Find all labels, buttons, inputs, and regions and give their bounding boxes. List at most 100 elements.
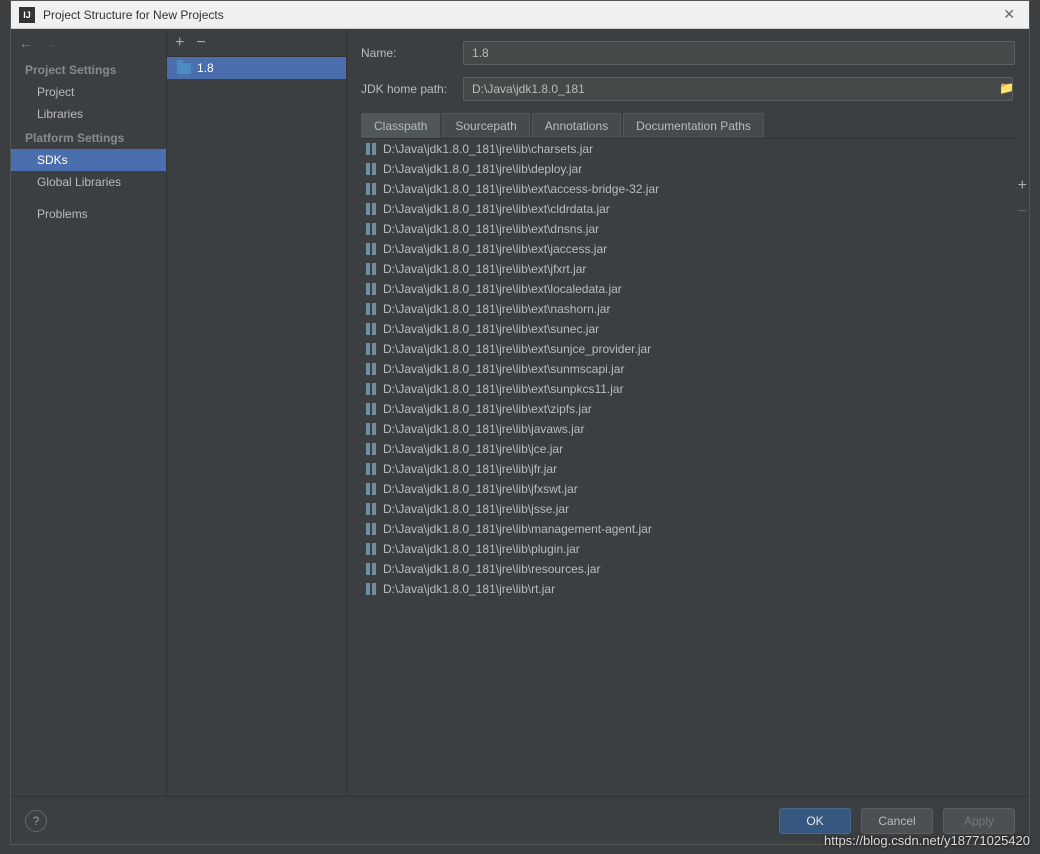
classpath-entry[interactable]: D:\Java\jdk1.8.0_181\jre\lib\ext\sunpkcs… bbox=[361, 379, 1015, 399]
jar-icon bbox=[365, 282, 377, 296]
classpath-entry-path: D:\Java\jdk1.8.0_181\jre\lib\ext\zipfs.j… bbox=[383, 400, 592, 418]
classpath-entry-path: D:\Java\jdk1.8.0_181\jre\lib\rt.jar bbox=[383, 580, 555, 598]
jar-icon bbox=[365, 422, 377, 436]
back-arrow-icon[interactable]: ← bbox=[19, 35, 33, 51]
help-button[interactable]: ? bbox=[25, 810, 47, 832]
classpath-entry[interactable]: D:\Java\jdk1.8.0_181\jre\lib\plugin.jar bbox=[361, 539, 1015, 559]
classpath-entry[interactable]: D:\Java\jdk1.8.0_181\jre\lib\javaws.jar bbox=[361, 419, 1015, 439]
jar-icon bbox=[365, 502, 377, 516]
close-icon[interactable]: ✕ bbox=[997, 6, 1021, 23]
jar-icon bbox=[365, 562, 377, 576]
jar-icon bbox=[365, 542, 377, 556]
jar-icon bbox=[365, 442, 377, 456]
classpath-entry[interactable]: D:\Java\jdk1.8.0_181\jre\lib\rt.jar bbox=[361, 579, 1015, 599]
nav-item-problems[interactable]: Problems bbox=[11, 203, 166, 225]
ok-button[interactable]: OK bbox=[779, 808, 851, 834]
classpath-list[interactable]: D:\Java\jdk1.8.0_181\jre\lib\charsets.ja… bbox=[361, 139, 1015, 796]
tab-sourcepath[interactable]: Sourcepath bbox=[442, 113, 529, 138]
classpath-entry[interactable]: D:\Java\jdk1.8.0_181\jre\lib\ext\sunmsca… bbox=[361, 359, 1015, 379]
remove-classpath-icon[interactable]: − bbox=[1018, 203, 1027, 221]
classpath-entry-path: D:\Java\jdk1.8.0_181\jre\lib\ext\sunmsca… bbox=[383, 360, 624, 378]
cancel-button[interactable]: Cancel bbox=[861, 808, 933, 834]
home-path-label: JDK home path: bbox=[361, 82, 453, 96]
section-platform-settings: Platform Settings bbox=[11, 125, 166, 149]
classpath-entry[interactable]: D:\Java\jdk1.8.0_181\jre\lib\ext\access-… bbox=[361, 179, 1015, 199]
classpath-entry[interactable]: D:\Java\jdk1.8.0_181\jre\lib\ext\cldrdat… bbox=[361, 199, 1015, 219]
jar-icon bbox=[365, 262, 377, 276]
project-structure-dialog: IJ Project Structure for New Projects ✕ … bbox=[10, 0, 1030, 845]
jar-icon bbox=[365, 382, 377, 396]
classpath-entry[interactable]: D:\Java\jdk1.8.0_181\jre\lib\jfr.jar bbox=[361, 459, 1015, 479]
classpath-entry-path: D:\Java\jdk1.8.0_181\jre\lib\javaws.jar bbox=[383, 420, 584, 438]
classpath-entry[interactable]: D:\Java\jdk1.8.0_181\jre\lib\charsets.ja… bbox=[361, 139, 1015, 159]
jar-icon bbox=[365, 482, 377, 496]
section-project-settings: Project Settings bbox=[11, 57, 166, 81]
jar-icon bbox=[365, 142, 377, 156]
sdk-list-panel: + − 1.8 bbox=[167, 29, 347, 796]
classpath-entry-path: D:\Java\jdk1.8.0_181\jre\lib\jce.jar bbox=[383, 440, 563, 458]
classpath-entry[interactable]: D:\Java\jdk1.8.0_181\jre\lib\jsse.jar bbox=[361, 499, 1015, 519]
classpath-entry-path: D:\Java\jdk1.8.0_181\jre\lib\ext\access-… bbox=[383, 180, 659, 198]
nav-item-project[interactable]: Project bbox=[11, 81, 166, 103]
remove-sdk-icon[interactable]: − bbox=[196, 34, 205, 52]
dialog-body: ← → Project Settings Project Libraries P… bbox=[11, 29, 1029, 796]
classpath-entry-path: D:\Java\jdk1.8.0_181\jre\lib\charsets.ja… bbox=[383, 140, 593, 158]
classpath-entry-path: D:\Java\jdk1.8.0_181\jre\lib\ext\jaccess… bbox=[383, 240, 607, 258]
classpath-entry[interactable]: D:\Java\jdk1.8.0_181\jre\lib\ext\nashorn… bbox=[361, 299, 1015, 319]
tab-documentation-paths[interactable]: Documentation Paths bbox=[623, 113, 764, 138]
classpath-entry[interactable]: D:\Java\jdk1.8.0_181\jre\lib\resources.j… bbox=[361, 559, 1015, 579]
jar-icon bbox=[365, 402, 377, 416]
home-path-input[interactable]: D:\Java\jdk1.8.0_181 bbox=[463, 77, 1013, 101]
classpath-entry[interactable]: D:\Java\jdk1.8.0_181\jre\lib\ext\dnsns.j… bbox=[361, 219, 1015, 239]
home-path-row: JDK home path: D:\Java\jdk1.8.0_181 📁 bbox=[361, 77, 1015, 101]
nav-item-global-libraries[interactable]: Global Libraries bbox=[11, 171, 166, 193]
classpath-entry-path: D:\Java\jdk1.8.0_181\jre\lib\jsse.jar bbox=[383, 500, 569, 518]
classpath-entry[interactable]: D:\Java\jdk1.8.0_181\jre\lib\ext\sunjce_… bbox=[361, 339, 1015, 359]
name-input[interactable]: 1.8 bbox=[463, 41, 1015, 65]
jar-icon bbox=[365, 462, 377, 476]
classpath-entry-path: D:\Java\jdk1.8.0_181\jre\lib\ext\sunec.j… bbox=[383, 320, 599, 338]
classpath-entry[interactable]: D:\Java\jdk1.8.0_181\jre\lib\ext\zipfs.j… bbox=[361, 399, 1015, 419]
classpath-entry[interactable]: D:\Java\jdk1.8.0_181\jre\lib\management-… bbox=[361, 519, 1015, 539]
sdk-detail-panel: Name: 1.8 JDK home path: D:\Java\jdk1.8.… bbox=[347, 29, 1029, 796]
tab-classpath[interactable]: Classpath bbox=[361, 113, 440, 138]
folder-icon bbox=[177, 63, 191, 74]
jar-icon bbox=[365, 182, 377, 196]
classpath-entry-path: D:\Java\jdk1.8.0_181\jre\lib\ext\jfxrt.j… bbox=[383, 260, 586, 278]
sdk-list-item[interactable]: 1.8 bbox=[167, 57, 346, 79]
classpath-entry-path: D:\Java\jdk1.8.0_181\jre\lib\ext\cldrdat… bbox=[383, 200, 610, 218]
add-sdk-icon[interactable]: + bbox=[175, 34, 184, 52]
tab-annotations[interactable]: Annotations bbox=[532, 113, 621, 138]
classpath-entry[interactable]: D:\Java\jdk1.8.0_181\jre\lib\jfxswt.jar bbox=[361, 479, 1015, 499]
classpath-side-buttons: + − bbox=[1018, 177, 1027, 221]
classpath-entry[interactable]: D:\Java\jdk1.8.0_181\jre\lib\ext\jfxrt.j… bbox=[361, 259, 1015, 279]
jar-icon bbox=[365, 322, 377, 336]
classpath-entry-path: D:\Java\jdk1.8.0_181\jre\lib\ext\sunjce_… bbox=[383, 340, 651, 358]
titlebar: IJ Project Structure for New Projects ✕ bbox=[11, 1, 1029, 29]
classpath-entry[interactable]: D:\Java\jdk1.8.0_181\jre\lib\ext\sunec.j… bbox=[361, 319, 1015, 339]
add-classpath-icon[interactable]: + bbox=[1018, 177, 1027, 195]
jar-icon bbox=[365, 522, 377, 536]
jar-icon bbox=[365, 362, 377, 376]
classpath-entry[interactable]: D:\Java\jdk1.8.0_181\jre\lib\ext\localed… bbox=[361, 279, 1015, 299]
classpath-entry[interactable]: D:\Java\jdk1.8.0_181\jre\lib\deploy.jar bbox=[361, 159, 1015, 179]
apply-button[interactable]: Apply bbox=[943, 808, 1015, 834]
sdk-item-label: 1.8 bbox=[197, 61, 214, 75]
dialog-footer: ? OK Cancel Apply bbox=[11, 796, 1029, 844]
sdk-toolbar: + − bbox=[167, 29, 346, 57]
nav-item-libraries[interactable]: Libraries bbox=[11, 103, 166, 125]
classpath-entry-path: D:\Java\jdk1.8.0_181\jre\lib\jfr.jar bbox=[383, 460, 557, 478]
classpath-entry-path: D:\Java\jdk1.8.0_181\jre\lib\ext\dnsns.j… bbox=[383, 220, 599, 238]
forward-arrow-icon[interactable]: → bbox=[43, 35, 57, 51]
nav-item-sdks[interactable]: SDKs bbox=[11, 149, 166, 171]
jar-icon bbox=[365, 222, 377, 236]
window-title: Project Structure for New Projects bbox=[43, 8, 997, 22]
name-label: Name: bbox=[361, 46, 453, 60]
browse-folder-icon[interactable]: 📁 bbox=[999, 81, 1015, 97]
jar-icon bbox=[365, 162, 377, 176]
classpath-entry[interactable]: D:\Java\jdk1.8.0_181\jre\lib\ext\jaccess… bbox=[361, 239, 1015, 259]
name-row: Name: 1.8 bbox=[361, 41, 1015, 65]
classpath-tabs: Classpath Sourcepath Annotations Documen… bbox=[361, 113, 1015, 139]
classpath-entry[interactable]: D:\Java\jdk1.8.0_181\jre\lib\jce.jar bbox=[361, 439, 1015, 459]
classpath-entry-path: D:\Java\jdk1.8.0_181\jre\lib\jfxswt.jar bbox=[383, 480, 578, 498]
